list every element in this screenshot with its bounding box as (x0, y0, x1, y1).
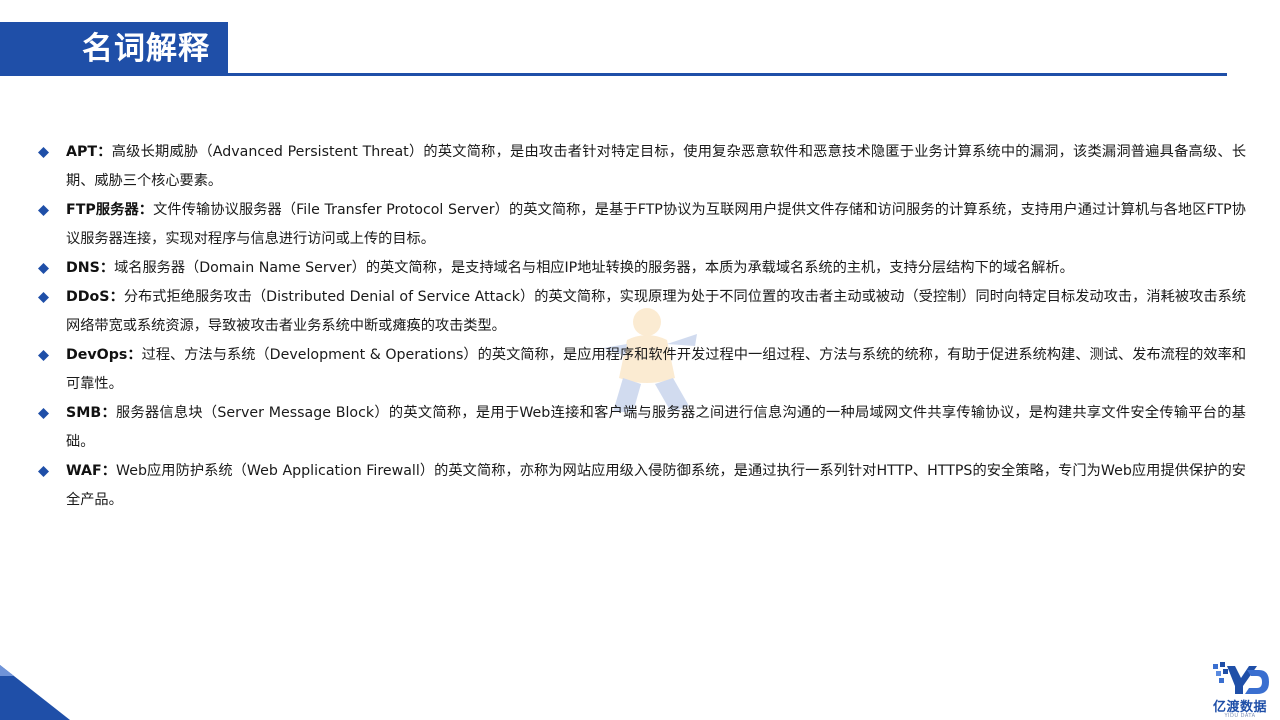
term-list: APT：高级长期威胁（Advanced Persistent Threat）的英… (34, 138, 1246, 515)
diamond-bullet-icon (38, 350, 49, 361)
corner-decoration (0, 665, 70, 720)
diamond-bullet-icon (38, 292, 49, 303)
title-underline (0, 73, 1227, 76)
term-definition: 分布式拒绝服务攻击（Distributed Denial of Service … (66, 289, 1246, 334)
term-definition: 域名服务器（Domain Name Server）的英文简称，是支持域名与相应I… (114, 260, 1074, 276)
term-definition: 高级长期威胁（Advanced Persistent Threat）的英文简称，… (66, 144, 1247, 189)
list-item: DevOps：过程、方法与系统（Development & Operations… (34, 341, 1246, 399)
diamond-bullet-icon (38, 408, 49, 419)
logo-subtext: YIDU DATA (1224, 713, 1256, 719)
term-definition: Web应用防护系统（Web Application Firewall）的英文简称… (66, 463, 1246, 508)
term-definition: 过程、方法与系统（Development & Operations）的英文简称，… (66, 347, 1247, 392)
term-name: DDoS： (66, 289, 124, 305)
list-item: FTP服务器：文件传输协议服务器（File Transfer Protocol … (34, 196, 1246, 254)
term-name: DNS： (66, 260, 115, 276)
diamond-bullet-icon (38, 205, 49, 216)
page-title: 名词解释 (82, 31, 210, 67)
term-definition: 文件传输协议服务器（File Transfer Protocol Server）… (66, 202, 1246, 247)
list-item: SMB：服务器信息块（Server Message Block）的英文简称，是用… (34, 399, 1246, 457)
term-name: FTP服务器： (66, 202, 154, 218)
term-name: WAF： (66, 463, 117, 479)
term-name: SMB： (66, 405, 116, 421)
diamond-bullet-icon (38, 466, 49, 477)
diamond-bullet-icon (38, 147, 49, 158)
term-name: APT： (66, 144, 112, 160)
company-logo: 亿渡数据 YIDU DATA (1205, 662, 1275, 720)
logo-mark-icon (1213, 662, 1269, 694)
list-item: DDoS：分布式拒绝服务攻击（Distributed Denial of Ser… (34, 283, 1246, 341)
list-item: WAF：Web应用防护系统（Web Application Firewall）的… (34, 457, 1246, 515)
diamond-bullet-icon (38, 263, 49, 274)
list-item: DNS：域名服务器（Domain Name Server）的英文简称，是支持域名… (34, 254, 1246, 283)
term-name: DevOps： (66, 347, 142, 363)
term-definition: 服务器信息块（Server Message Block）的英文简称，是用于Web… (66, 405, 1246, 450)
list-item: APT：高级长期威胁（Advanced Persistent Threat）的英… (34, 138, 1246, 196)
